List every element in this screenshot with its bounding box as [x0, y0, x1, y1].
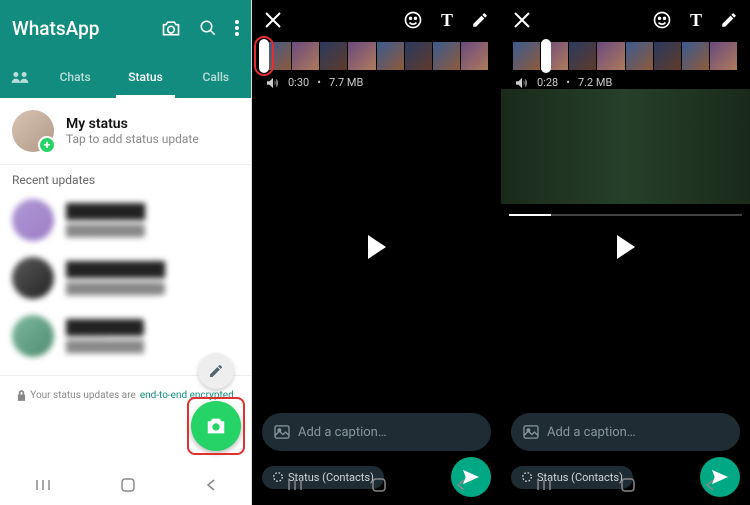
- recents-nav-icon[interactable]: [287, 478, 303, 492]
- video-size: 7.7 MB: [329, 76, 363, 89]
- text-tool-icon[interactable]: T: [441, 10, 453, 31]
- home-nav-icon[interactable]: [621, 478, 635, 492]
- emoji-icon[interactable]: [652, 10, 672, 30]
- home-nav-icon[interactable]: [121, 478, 135, 492]
- recent-updates-list: ██████████████████ █████████████████████…: [0, 191, 251, 365]
- text-status-fab[interactable]: [198, 353, 234, 389]
- play-icon[interactable]: [617, 235, 635, 259]
- search-icon[interactable]: [199, 19, 217, 37]
- close-icon[interactable]: [264, 11, 282, 29]
- draw-tool-icon[interactable]: [471, 11, 489, 29]
- my-status-row[interactable]: + My status Tap to add status update: [0, 98, 251, 165]
- tabs: Chats Status Calls: [0, 56, 251, 98]
- video-frame: [501, 89, 750, 204]
- list-item[interactable]: ██████████████████: [0, 191, 251, 249]
- emoji-icon[interactable]: [403, 10, 423, 30]
- caption-input[interactable]: Add a caption…: [511, 413, 740, 451]
- lock-icon: [17, 390, 26, 401]
- video-trim-strip[interactable]: [264, 42, 489, 70]
- video-editor-trimmed-screen: T 0:28 • 7.2 MB Add a caption… Status (C…: [501, 0, 750, 505]
- progress-bar[interactable]: [509, 214, 742, 216]
- video-size: 7.2 MB: [578, 76, 612, 89]
- recent-updates-label: Recent updates: [0, 165, 251, 191]
- tab-calls[interactable]: Calls: [181, 56, 251, 98]
- my-status-subtitle: Tap to add status update: [66, 132, 199, 146]
- video-preview[interactable]: [501, 89, 750, 405]
- list-item[interactable]: ██████████████████████: [0, 249, 251, 307]
- whatsapp-status-screen: WhatsApp Chats Status Calls + My status …: [0, 0, 252, 505]
- app-header: WhatsApp: [0, 0, 251, 56]
- video-duration: 0:28: [537, 76, 558, 89]
- community-icon[interactable]: [0, 56, 40, 98]
- video-preview[interactable]: [252, 89, 501, 405]
- home-nav-icon[interactable]: [372, 478, 386, 492]
- tab-chats[interactable]: Chats: [40, 56, 110, 98]
- recents-nav-icon[interactable]: [536, 478, 552, 492]
- trim-handle-left[interactable]: [541, 39, 551, 73]
- volume-icon[interactable]: [266, 77, 280, 89]
- image-icon: [523, 425, 539, 439]
- android-navbar: [252, 465, 501, 505]
- plus-badge-icon: +: [38, 136, 56, 154]
- video-duration: 0:30: [288, 76, 309, 89]
- video-trim-strip[interactable]: [513, 42, 738, 70]
- back-nav-icon[interactable]: [705, 478, 715, 492]
- play-icon[interactable]: [368, 235, 386, 259]
- volume-icon[interactable]: [515, 77, 529, 89]
- camera-icon[interactable]: [161, 19, 181, 37]
- text-tool-icon[interactable]: T: [690, 10, 702, 31]
- app-title: WhatsApp: [12, 17, 161, 40]
- video-editor-screen: T 0:30 • 7.7 MB Add a caption… Status (C…: [252, 0, 501, 505]
- back-nav-icon[interactable]: [456, 478, 466, 492]
- android-navbar: [0, 465, 251, 505]
- image-icon: [274, 425, 290, 439]
- android-navbar: [501, 465, 750, 505]
- my-status-title: My status: [66, 116, 199, 132]
- more-icon[interactable]: [235, 20, 239, 36]
- close-icon[interactable]: [513, 11, 531, 29]
- tab-status[interactable]: Status: [110, 56, 180, 98]
- my-status-avatar: +: [12, 110, 54, 152]
- draw-tool-icon[interactable]: [720, 11, 738, 29]
- trim-handle-left[interactable]: [259, 39, 269, 73]
- caption-input[interactable]: Add a caption…: [262, 413, 491, 451]
- camera-fab[interactable]: [191, 401, 241, 451]
- back-nav-icon[interactable]: [206, 478, 216, 492]
- recents-nav-icon[interactable]: [35, 478, 51, 492]
